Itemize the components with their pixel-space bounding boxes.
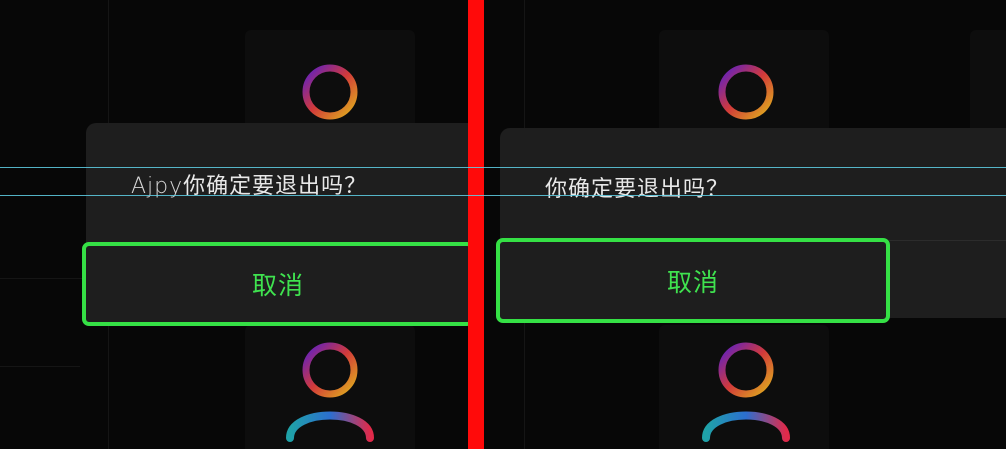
dialog-separator [889,240,1006,241]
alignment-guide-line [0,167,1006,168]
background-gridline [0,366,80,367]
cancel-button[interactable]: 取消 [82,242,468,326]
dialog-message: 你确定要退出吗？ [545,177,730,202]
right-screenshot-panel: 你确定要退出吗？ 取消 [484,0,1006,449]
cancel-button[interactable]: 取消 [496,238,890,323]
user-avatar-icon [286,342,374,442]
panel-divider [468,0,484,449]
left-screenshot-panel: Ajpy你确定要退出吗？ 取消 [0,0,468,449]
alignment-guide-line [0,195,1006,196]
user-avatar-icon [702,342,790,442]
